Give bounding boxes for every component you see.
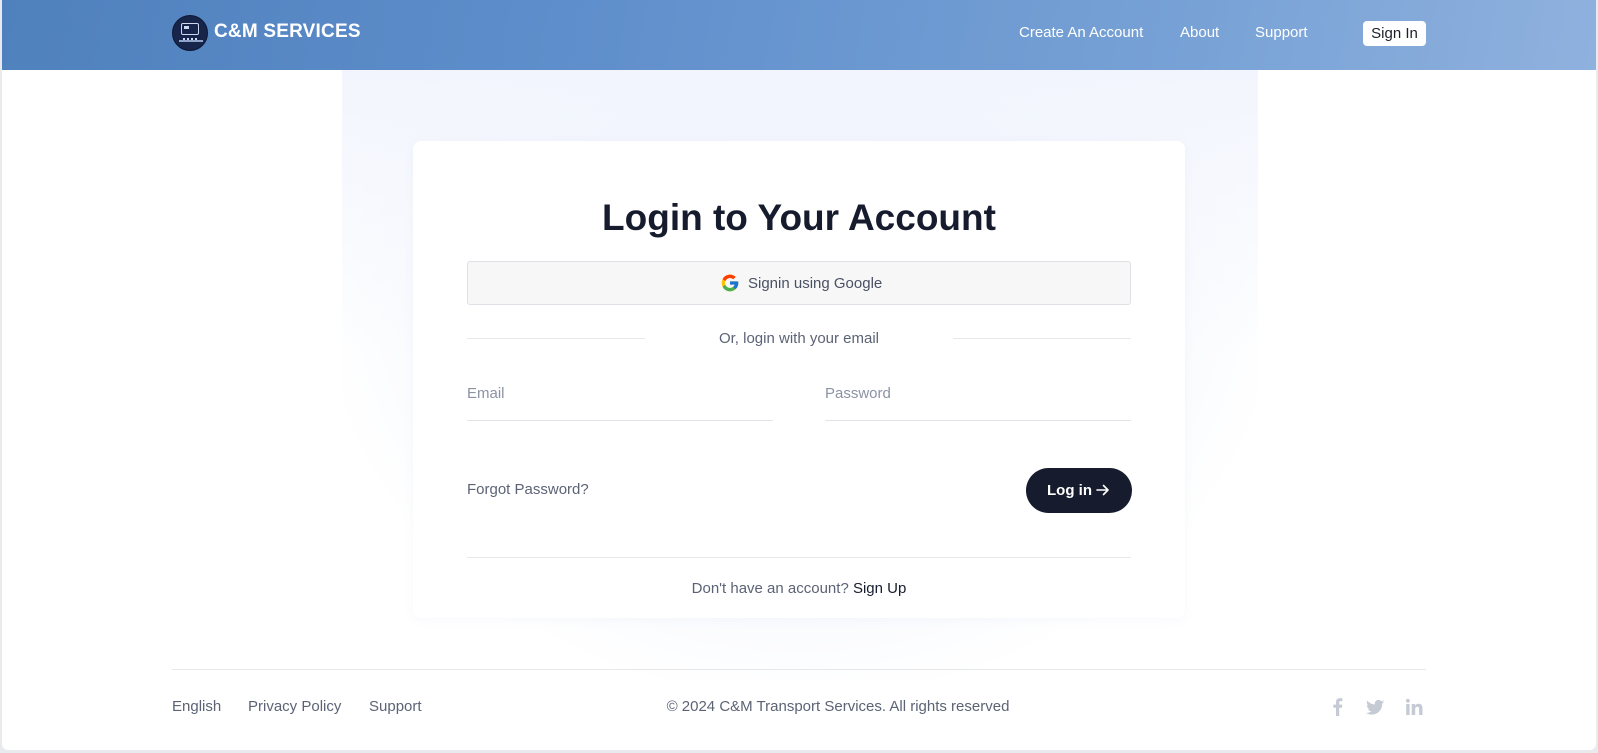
nav-create-account-link[interactable]: Create An Account — [1019, 24, 1143, 41]
top-navbar: C&M SERVICES Create An Account About Sup… — [2, 0, 1596, 70]
forgot-password-link[interactable]: Forgot Password? — [467, 481, 589, 498]
login-button[interactable]: Log in — [1026, 468, 1132, 513]
login-button-label: Log in — [1047, 482, 1092, 499]
nav-support-link[interactable]: Support — [1255, 24, 1308, 41]
truck-icon — [181, 23, 199, 35]
page: C&M SERVICES Create An Account About Sup… — [2, 0, 1596, 750]
login-card: Login to Your Account Signin using Googl… — [413, 141, 1185, 618]
footer-divider — [172, 669, 1426, 670]
logo-icon[interactable] — [172, 15, 208, 51]
twitter-icon[interactable] — [1365, 697, 1385, 717]
divider-line-right — [953, 338, 1131, 339]
google-signin-button[interactable]: Signin using Google — [467, 261, 1131, 305]
arrow-right-icon — [1096, 484, 1109, 496]
facebook-icon[interactable] — [1328, 697, 1348, 717]
brand-name[interactable]: C&M SERVICES — [214, 21, 361, 43]
password-field[interactable] — [825, 375, 1131, 421]
signup-prompt: Don't have an account? Sign Up — [413, 580, 1185, 597]
google-icon — [721, 274, 739, 292]
google-signin-label: Signin using Google — [748, 275, 883, 292]
email-field[interactable] — [467, 375, 773, 421]
sign-up-link[interactable]: Sign Up — [853, 580, 906, 597]
linkedin-icon[interactable] — [1404, 697, 1424, 717]
copyright-text: © 2024 C&M Transport Services. All right… — [2, 698, 1596, 715]
no-account-text: Don't have an account? — [691, 580, 849, 597]
card-separator — [467, 557, 1131, 558]
nav-sign-in-button[interactable]: Sign In — [1363, 21, 1426, 46]
nav-about-link[interactable]: About — [1180, 24, 1219, 41]
page-title: Login to Your Account — [602, 197, 996, 238]
logo-wordmark — [179, 40, 203, 42]
copyright-label: © 2024 C&M Transport Services. All right… — [666, 698, 1010, 715]
